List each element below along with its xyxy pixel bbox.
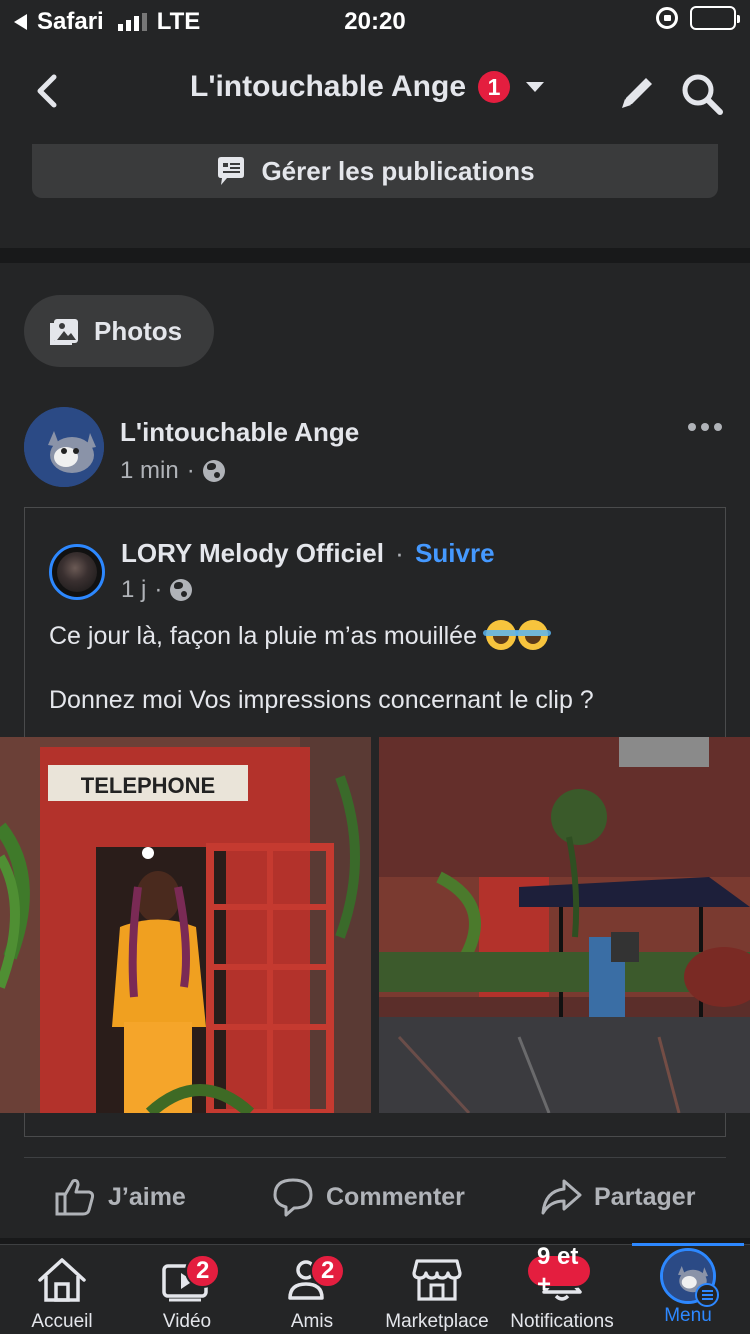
pencil-icon[interactable] — [618, 72, 658, 112]
post-actions: J’aime Commenter Partager — [0, 1163, 750, 1233]
photo-rain-set[interactable] — [379, 737, 750, 1113]
tab-friends-label: Amis — [290, 1311, 334, 1332]
shared-meta: 1 j · — [121, 576, 193, 604]
battery-icon — [690, 6, 740, 30]
status-bar: Safari LTE 20:20 — [0, 0, 750, 42]
chat-list-icon — [218, 157, 245, 185]
telephone-sign: TELEPHONE — [81, 773, 215, 798]
meta-separator: · — [186, 457, 195, 484]
like-button[interactable]: J’aime — [54, 1177, 186, 1217]
comment-label: Commenter — [326, 1182, 465, 1211]
menu-avatar — [660, 1248, 719, 1307]
globe-icon — [170, 579, 193, 601]
tab-friends[interactable]: 2 Amis — [272, 1245, 352, 1334]
rotation-lock-icon — [656, 7, 678, 29]
photos-label: Photos — [94, 315, 183, 346]
page-switcher[interactable]: L'intouchable Ange 1 — [190, 70, 545, 104]
avatar[interactable] — [24, 407, 104, 487]
shared-separator: · — [395, 538, 404, 568]
comment-button[interactable]: Commenter — [272, 1177, 465, 1217]
home-icon — [38, 1258, 86, 1302]
tab-notifications-label: Notifications — [510, 1311, 614, 1332]
manage-posts-label: Gérer les publications — [261, 155, 535, 186]
photo-grid: TELEPHONE — [0, 737, 750, 1113]
shared-author[interactable]: LORY Melody Officiel — [121, 538, 384, 568]
status-right — [656, 6, 740, 30]
tab-menu[interactable]: Menu — [648, 1245, 728, 1334]
thumbs-up-icon — [55, 1179, 95, 1216]
shared-header: LORY Melody Officiel · Suivre — [121, 538, 495, 569]
page-notification-badge: 1 — [478, 71, 511, 103]
laughing-emoji-icon — [514, 620, 551, 650]
more-options-icon[interactable] — [688, 423, 722, 431]
share-button[interactable]: Partager — [540, 1177, 695, 1217]
comment-bubble-icon — [273, 1178, 313, 1217]
post-author[interactable]: L'intouchable Ange — [120, 417, 359, 448]
tab-menu-label: Menu — [664, 1305, 712, 1326]
share-label: Partager — [594, 1182, 696, 1211]
post-text-line1: Ce jour là, façon la pluie m’as mouillée — [49, 620, 551, 651]
tab-notifications[interactable]: 9 et + Notifications — [502, 1243, 622, 1334]
post-time[interactable]: 1 min — [120, 457, 179, 485]
manage-section: Gérer les publications — [0, 144, 750, 248]
tab-video[interactable]: 2 Vidéo — [147, 1245, 227, 1334]
shared-time[interactable]: 1 j — [121, 576, 146, 604]
post-meta: 1 min · — [120, 457, 225, 485]
chevron-down-icon — [526, 82, 545, 92]
manage-posts-button[interactable]: Gérer les publications — [32, 144, 718, 198]
tab-marketplace[interactable]: Marketplace — [380, 1245, 494, 1334]
search-icon[interactable] — [680, 72, 724, 116]
status-time: 20:20 — [344, 8, 406, 35]
tab-video-label: Vidéo — [162, 1311, 212, 1332]
post-text-line2: Donnez moi Vos impressions concernant le… — [49, 686, 594, 714]
follow-link[interactable]: Suivre — [415, 538, 495, 568]
globe-icon — [202, 460, 225, 482]
friends-badge: 2 — [310, 1254, 346, 1288]
notifications-badge: 9 et + — [526, 1243, 592, 1298]
shared-avatar[interactable] — [49, 544, 105, 600]
video-badge: 2 — [185, 1254, 221, 1288]
photos-icon — [50, 319, 78, 345]
back-chevron-icon[interactable] — [34, 74, 60, 108]
tab-home[interactable]: Accueil — [22, 1245, 102, 1334]
photos-chip[interactable]: Photos — [24, 295, 214, 367]
tab-bar: Accueil 2 Vidéo 2 Amis Marketplace 9 et … — [0, 1243, 750, 1334]
laughing-emoji-icon — [482, 620, 519, 650]
tab-home-label: Accueil — [31, 1311, 93, 1332]
actions-divider — [24, 1157, 726, 1158]
tab-marketplace-label: Marketplace — [385, 1311, 489, 1332]
page-title: L'intouchable Ange — [190, 70, 467, 103]
navigation-bar: L'intouchable Ange 1 — [0, 42, 750, 144]
hamburger-icon — [695, 1283, 719, 1307]
photo-telephone-booth[interactable]: TELEPHONE — [0, 737, 371, 1113]
like-label: J’aime — [108, 1182, 186, 1211]
share-arrow-icon — [541, 1179, 582, 1215]
marketplace-icon — [412, 1259, 462, 1301]
